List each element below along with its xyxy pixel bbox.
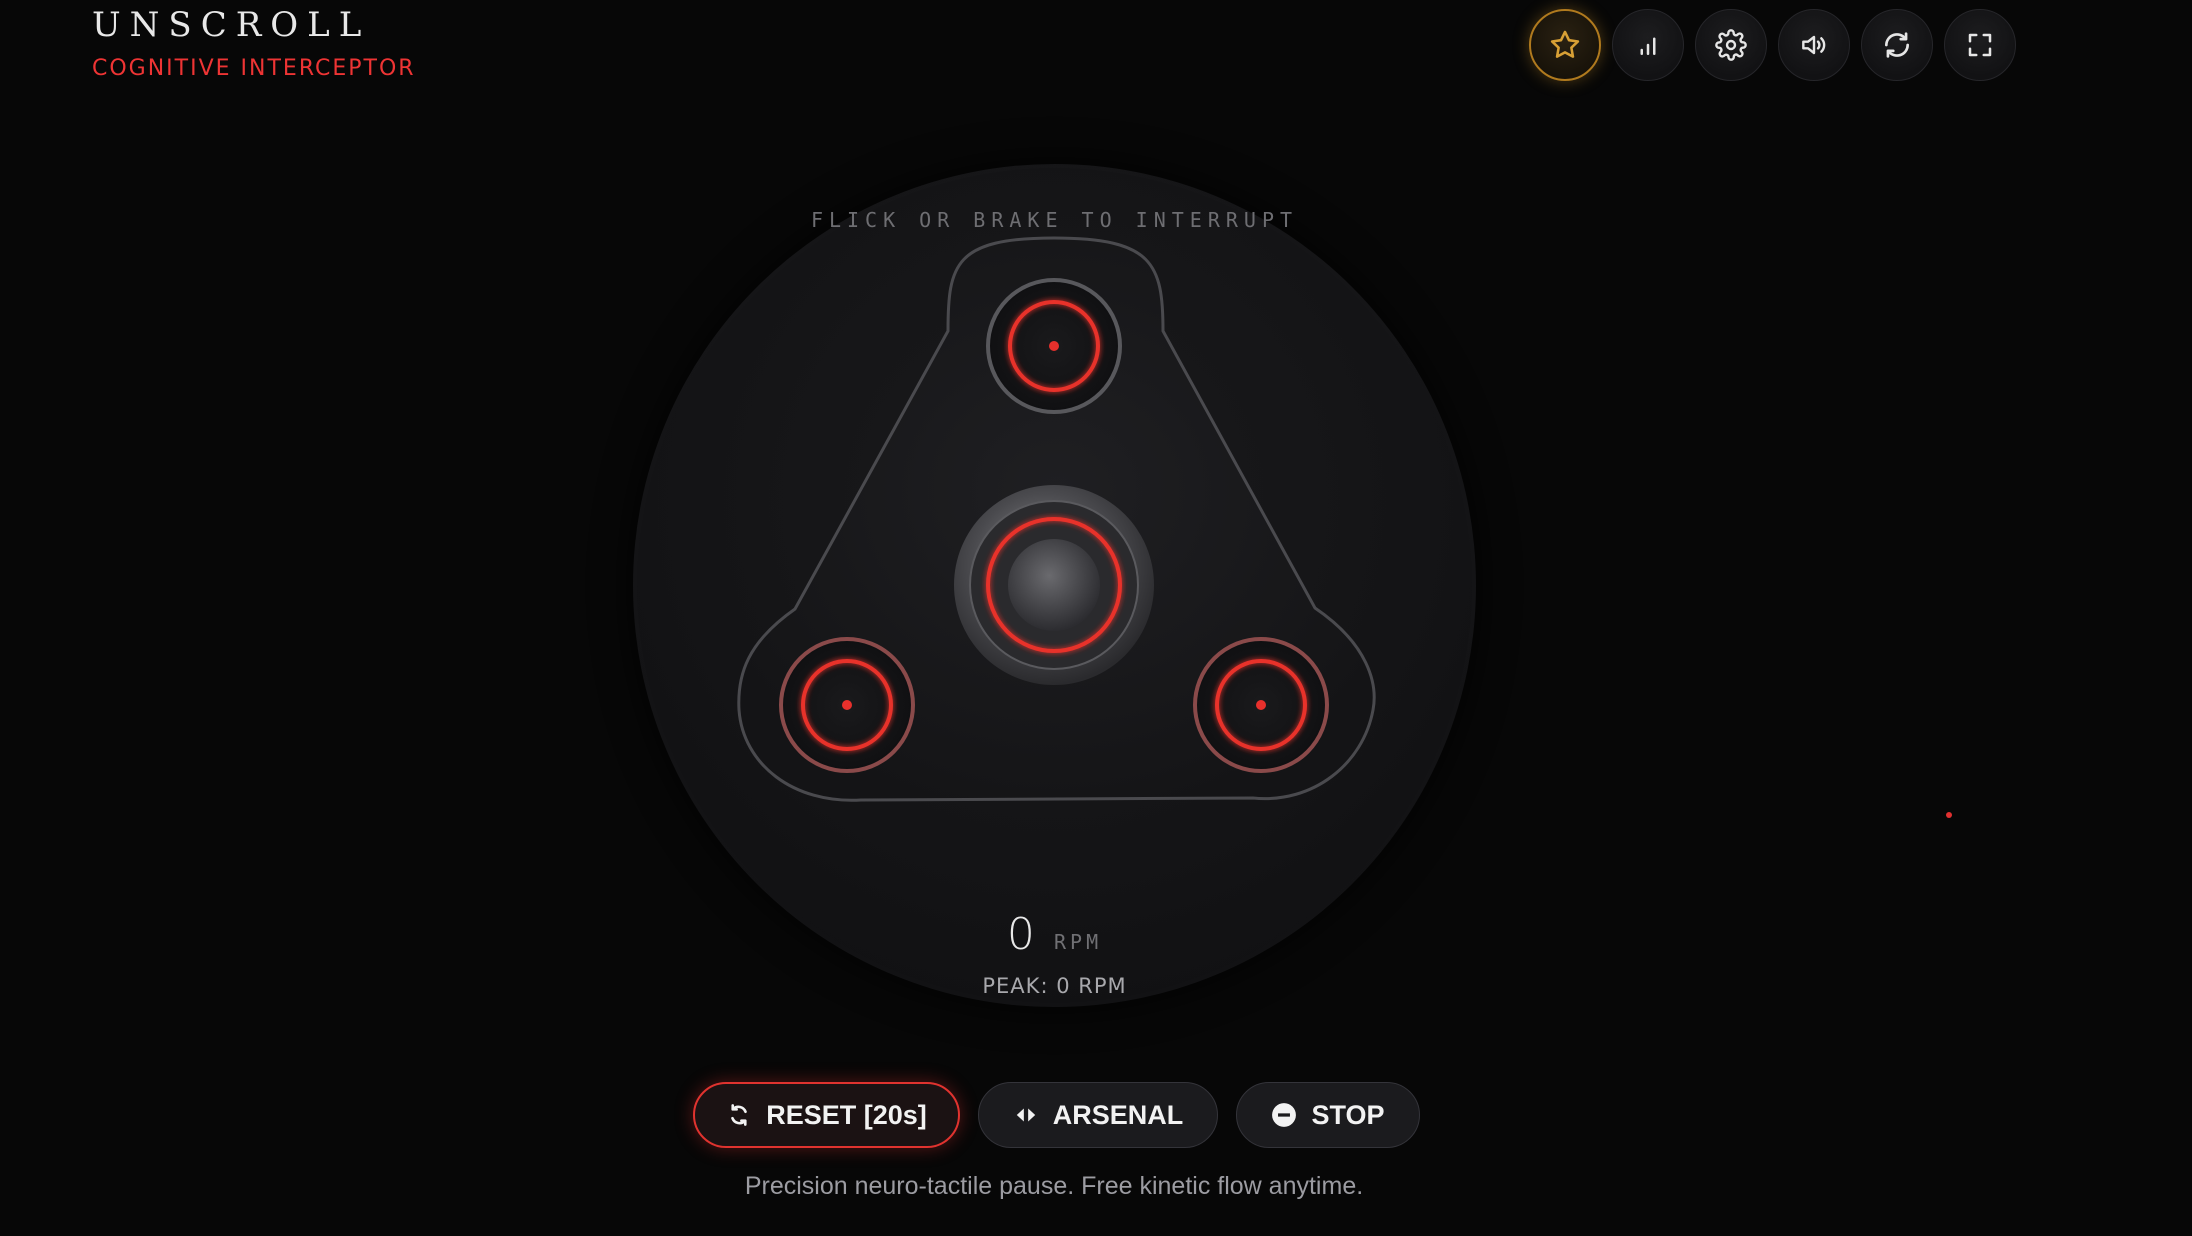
reset-label: RESET [20s] [766, 1099, 927, 1130]
tagline: Precision neuro-tactile pause. Free kine… [744, 1172, 1364, 1200]
settings-button[interactable] [1695, 9, 1767, 81]
stop-button[interactable]: STOP [1236, 1082, 1420, 1148]
action-bar: RESET [20s] ARSENAL STOP [693, 1082, 1420, 1148]
stop-label: STOP [1311, 1099, 1385, 1130]
brand: UNSCROLL COGNITIVE INTERCEPTOR [92, 8, 416, 80]
app-subtitle: COGNITIVE INTERCEPTOR [92, 56, 416, 81]
peak-rpm: PEAK: 0 RPM [982, 974, 1127, 998]
volume-icon [1802, 35, 1826, 55]
rpm-readout: 0 RPM [633, 909, 1476, 960]
app-title: UNSCROLL [92, 5, 371, 45]
fidget-spinner[interactable] [633, 164, 1476, 1007]
rpm-value: 0 [1006, 909, 1035, 960]
minus-circle-icon [1272, 1103, 1297, 1127]
sound-button[interactable] [1778, 9, 1850, 81]
fullscreen-button[interactable] [1944, 9, 2016, 81]
bar-chart-icon [1640, 37, 1656, 55]
bearing-top [986, 278, 1122, 414]
center-hub[interactable] [954, 485, 1154, 685]
refresh-icon [1885, 32, 1909, 58]
fullscreen-icon [1968, 33, 1992, 57]
reset-icon [731, 1104, 748, 1126]
toolbar [1529, 9, 2016, 81]
arsenal-button[interactable]: ARSENAL [978, 1082, 1218, 1148]
sync-button[interactable] [1861, 9, 1933, 81]
favorites-button[interactable] [1529, 9, 1601, 81]
bearing-right [1193, 637, 1329, 773]
arsenal-label: ARSENAL [1052, 1099, 1184, 1130]
bearing-left [779, 637, 915, 773]
star-icon [1550, 30, 1580, 58]
code-arrows-icon [1016, 1108, 1035, 1122]
rpm-unit: RPM [1053, 930, 1103, 954]
gear-icon [1715, 29, 1747, 61]
spinner-stage: FLICK OR BRAKE TO INTERRUPT 0 RPM PEAK: … [633, 164, 1476, 1007]
reset-button[interactable]: RESET [20s] [693, 1082, 960, 1148]
stats-button[interactable] [1612, 9, 1684, 81]
indicator-dot [1946, 812, 1952, 818]
